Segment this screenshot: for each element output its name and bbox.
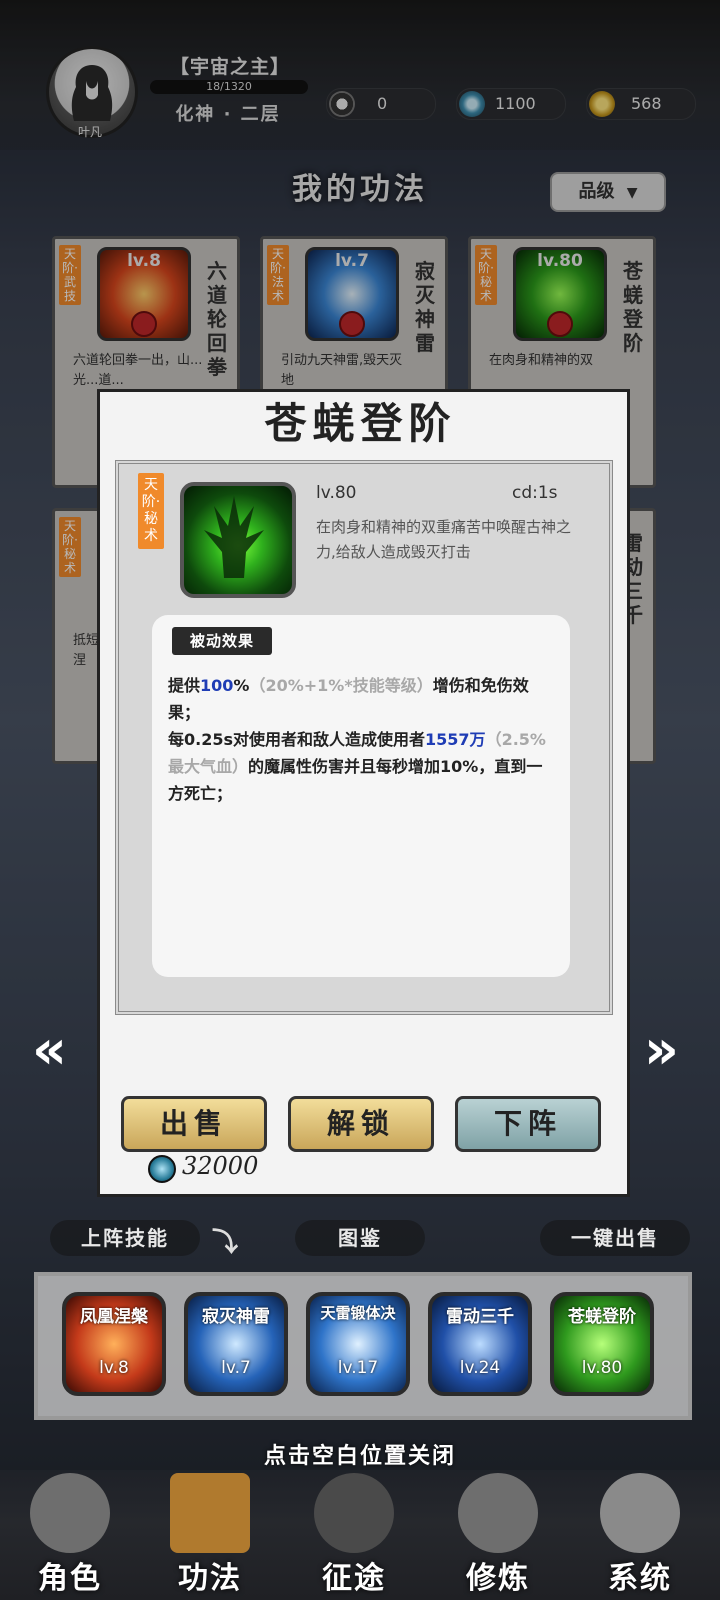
- nav-character[interactable]: 角色: [10, 1465, 130, 1600]
- equipped-skill-slot[interactable]: 天雷锻体决 lv.17: [306, 1292, 410, 1396]
- codex-button[interactable]: 图鉴: [295, 1220, 425, 1256]
- effect-text-part: 提供: [168, 676, 201, 695]
- equipped-skills-label: 上阵技能: [50, 1220, 200, 1256]
- skill-book-icon: [170, 1473, 250, 1553]
- skill-icon: [180, 482, 296, 598]
- modal-title: 苍蜣登阶: [264, 399, 457, 448]
- green-flame-figure-icon: [204, 496, 264, 578]
- next-arrow-icon[interactable]: »: [644, 1020, 679, 1080]
- prev-arrow-icon[interactable]: «: [32, 1020, 67, 1080]
- sell-all-button[interactable]: 一键出售: [540, 1220, 690, 1256]
- nav-journey[interactable]: 征途: [294, 1465, 414, 1600]
- sell-price: 32000: [182, 1152, 259, 1180]
- unequip-button[interactable]: 下阵: [455, 1096, 601, 1152]
- effect-text-part: %: [233, 676, 250, 695]
- modal-tag: 天阶·秘术: [138, 473, 164, 549]
- slot-level: lv.24: [459, 1358, 501, 1378]
- nav-label: 征途: [322, 1561, 386, 1596]
- nav-label: 角色: [38, 1561, 102, 1596]
- journey-icon: [314, 1473, 394, 1553]
- sell-button[interactable]: 出售: [121, 1096, 267, 1152]
- modal-cooldown: cd:1s: [512, 483, 558, 503]
- equipped-skill-slot[interactable]: 寂灭神雷 lv.7: [184, 1292, 288, 1396]
- effect-header: 被动效果: [172, 627, 272, 655]
- unlock-button[interactable]: 解锁: [288, 1096, 434, 1152]
- equipped-skill-slot[interactable]: 凤凰涅槃 lv.8: [62, 1292, 166, 1396]
- arrow-down-icon: ⤵: [212, 1228, 239, 1258]
- modal-description: 在肉身和精神的双重痛苦中唤醒古神之力,给敌人造成毁灭打击: [316, 518, 572, 561]
- slot-name: 苍蜣登阶: [568, 1307, 636, 1327]
- slot-level: lv.7: [221, 1358, 251, 1378]
- spirit-stone-icon: [148, 1155, 176, 1183]
- nav-label: 系统: [608, 1561, 672, 1596]
- cultivation-icon: [458, 1473, 538, 1553]
- nav-label: 修炼: [466, 1561, 530, 1596]
- nav-skills[interactable]: 功法: [150, 1465, 270, 1600]
- nav-cultivation[interactable]: 修炼: [438, 1465, 558, 1600]
- modal-level: lv.80: [316, 483, 357, 503]
- effect-text: 提供100%（20%+1%*技能等级）增伤和免伤效果； 每0.25s对使用者和敌…: [168, 672, 550, 807]
- nav-system[interactable]: 系统: [580, 1465, 700, 1600]
- character-icon: [30, 1473, 110, 1553]
- effect-value: 1557万: [425, 730, 486, 749]
- system-icon: [600, 1473, 680, 1553]
- effect-value: 100: [200, 676, 234, 695]
- slot-level: lv.8: [99, 1358, 129, 1378]
- slot-level: lv.17: [337, 1358, 379, 1378]
- effect-text-part: 每0.25s对使用者和敌人造成使用者: [168, 730, 426, 749]
- slot-level: lv.80: [581, 1358, 623, 1378]
- slot-name: 雷动三千: [446, 1307, 514, 1327]
- equipped-skill-slot[interactable]: 苍蜣登阶 lv.80: [550, 1292, 654, 1396]
- effect-formula: （20%+1%*技能等级）: [249, 676, 433, 695]
- slot-name: 寂灭神雷: [202, 1307, 270, 1327]
- slot-name: 凤凰涅槃: [80, 1307, 148, 1327]
- equipped-skill-slot[interactable]: 雷动三千 lv.24: [428, 1292, 532, 1396]
- slot-name: 天雷锻体决: [320, 1304, 396, 1322]
- nav-label: 功法: [178, 1561, 242, 1596]
